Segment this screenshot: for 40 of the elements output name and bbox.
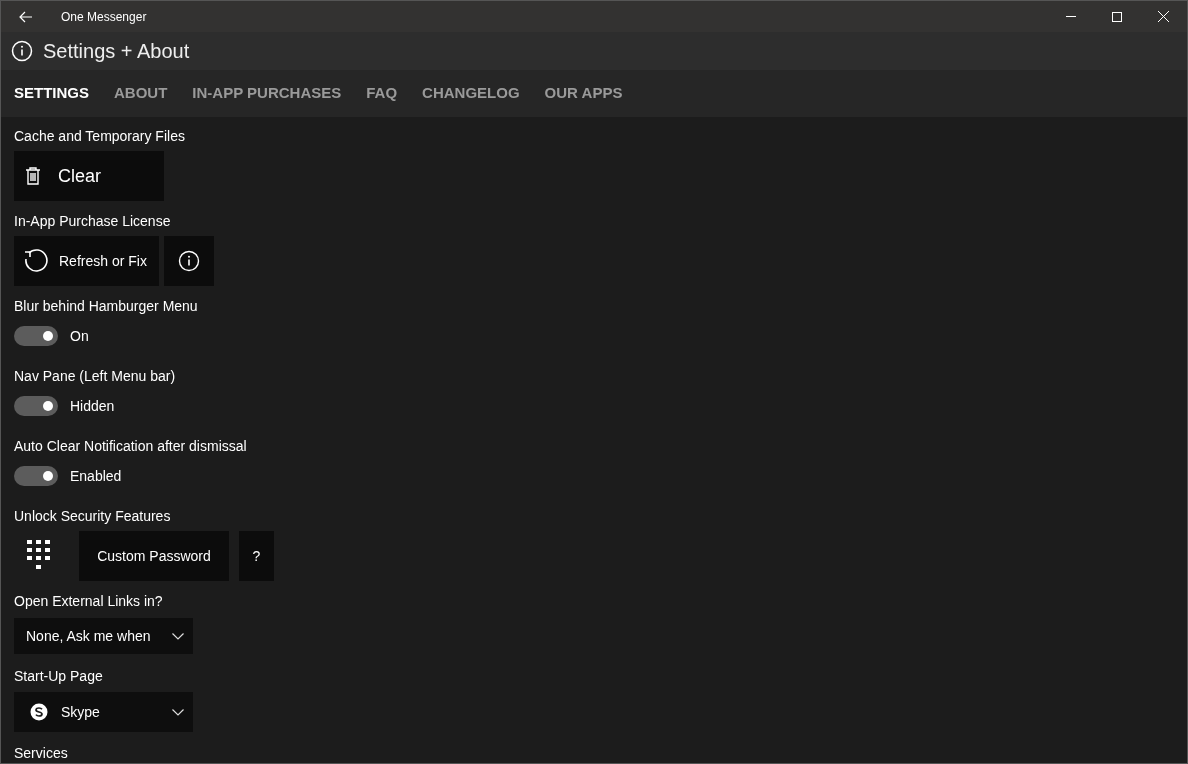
section-label: Auto Clear Notification after dismissal (14, 437, 248, 456)
dropdown[interactable]: None, Ask me when (14, 618, 193, 654)
section-label: Cache and Temporary Files (14, 127, 186, 146)
trash-icon (25, 167, 41, 185)
skype-icon (30, 703, 48, 721)
info-icon (178, 250, 200, 272)
close-icon[interactable] (1158, 11, 1169, 22)
chevron-down-icon (172, 708, 184, 716)
back-arrow-icon[interactable] (19, 10, 33, 23)
section-label: Nav Pane (Left Menu bar) (14, 367, 177, 386)
keypad-icon (27, 540, 51, 572)
info-button[interactable] (164, 236, 214, 286)
section-label: Open External Links in? (14, 592, 164, 611)
toggle-switch[interactable] (14, 466, 58, 486)
info-icon (11, 39, 33, 62)
toggle-state: Enabled (70, 466, 122, 486)
dropdown[interactable]: Skype (14, 692, 193, 732)
password-button[interactable]: Custom Password (79, 531, 229, 581)
tab[interactable]: IN-APP PURCHASES (192, 82, 342, 105)
chevron-down-icon (172, 632, 184, 640)
tab[interactable]: SETTINGS (14, 82, 89, 105)
toggle-switch[interactable] (14, 396, 58, 416)
toggle-state: On (70, 326, 89, 346)
tab[interactable]: FAQ (366, 82, 398, 105)
tab[interactable]: CHANGELOG (422, 82, 520, 105)
help-button[interactable]: ? (239, 531, 274, 581)
section-label: Services (14, 744, 69, 763)
refresh-button[interactable]: Refresh or Fix (14, 236, 159, 286)
window-title: One Messenger (61, 8, 147, 26)
clear-button[interactable]: Clear (14, 151, 164, 201)
section-label: Start-Up Page (14, 667, 104, 686)
section-label: Unlock Security Features (14, 507, 172, 526)
toggle-state: Hidden (70, 396, 115, 416)
tab[interactable]: OUR APPS (544, 82, 623, 105)
tab[interactable]: ABOUT (114, 82, 168, 105)
refresh-icon (23, 248, 49, 274)
toggle-switch[interactable] (14, 326, 58, 346)
section-label: In-App Purchase License (14, 212, 172, 231)
section-label: Blur behind Hamburger Menu (14, 297, 199, 316)
page-title: Settings + About (43, 38, 190, 64)
